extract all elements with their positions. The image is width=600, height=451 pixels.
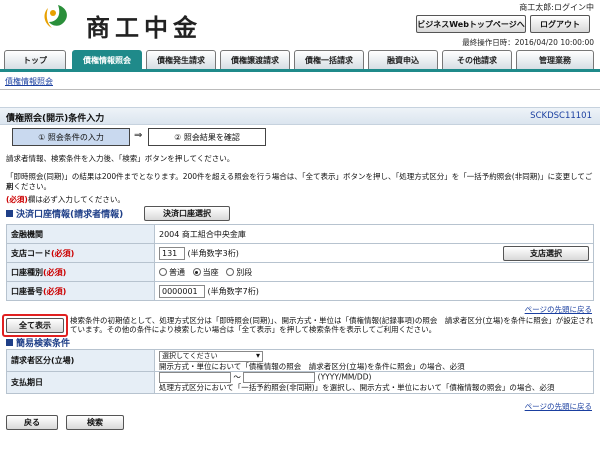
- required-mark: (必須): [6, 195, 28, 204]
- step-arrow-icon: ⇒: [134, 130, 143, 141]
- settlement-account-table: 金融機関 2004 商工組合中央金庫 支店コード(必須) 131 (半角数字3桁…: [6, 224, 594, 301]
- section-square-icon: [6, 339, 13, 346]
- radio-checking[interactable]: [192, 268, 201, 276]
- requester-type-note: 開示方式・単位において「債権情報の照会 請求者区分(立場)を条件に照会」の場合、…: [159, 361, 465, 371]
- account-type-label: 口座種別(必須): [6, 262, 155, 282]
- tab-other-requests[interactable]: その他請求: [442, 50, 512, 70]
- branch-code-cell: 131 (半角数字3桁) 支店選択: [154, 243, 594, 263]
- due-date-from-input[interactable]: [159, 372, 231, 383]
- tab-claim-inquiry[interactable]: 債権情報照会: [72, 50, 142, 70]
- simple-search-title: 簡易検索条件: [16, 339, 71, 349]
- bank-logo-text: 商工中金: [86, 13, 202, 42]
- page-top-link[interactable]: ページの先頭に戻る: [525, 304, 592, 315]
- account-number-label: 口座番号(必須): [6, 281, 155, 301]
- business-web-top-button[interactable]: ビジネスWebトップページへ: [416, 15, 526, 33]
- due-date-note: 処理方式区分において「一括予約照会(非同期)」を選択し、開示方式・単位において「…: [159, 383, 555, 392]
- divider: [0, 89, 600, 90]
- login-user: 商工太郎:ログイン中: [519, 3, 594, 12]
- page-title: 債権照会(開示)条件入力: [6, 114, 105, 124]
- account-number-hint: (半角数字7桁): [207, 286, 259, 296]
- show-all-button[interactable]: 全て表示: [6, 318, 64, 333]
- table-row: 金融機関 2004 商工組合中央金庫: [6, 224, 594, 244]
- required-note: (必須)欄は必ず入力してください。: [6, 194, 125, 205]
- step-enter-conditions: ① 照会条件の入力: [12, 128, 130, 146]
- requester-type-label: 請求者区分(立場): [6, 349, 155, 372]
- tab-claim-issue[interactable]: 債権発生請求: [146, 50, 216, 70]
- table-row: 口座番号(必須) 0000001 (半角数字7桁): [6, 281, 594, 301]
- screen-id: SCKDSC11101: [530, 111, 592, 121]
- requester-type-cell: 選択してください 開示方式・単位において「債権情報の照会 請求者区分(立場)を条…: [154, 349, 594, 372]
- account-number-label-text: 口座番号: [11, 286, 43, 296]
- bank-value: 2004 商工組合中央金庫: [154, 224, 594, 244]
- sync-limit-note-cont: 用ください。: [6, 182, 51, 191]
- select-settlement-account-button[interactable]: 決済口座選択: [144, 206, 230, 221]
- account-number-input[interactable]: 0000001: [159, 284, 205, 298]
- settlement-section-title: 決済口座情報(請求者情報): [16, 210, 124, 220]
- radio-checking-label: 当座: [202, 267, 219, 277]
- back-button[interactable]: 戻る: [6, 415, 58, 430]
- due-date-format: (YYYY/MM/DD): [317, 372, 372, 382]
- logout-button[interactable]: ログアウト: [530, 15, 590, 33]
- required-mark: (必須): [43, 286, 67, 296]
- due-date-to-input[interactable]: [243, 372, 316, 383]
- due-date-cell: 〜 (YYYY/MM/DD) 処理方式区分において「一括予約照会(非同期)」を選…: [154, 371, 594, 394]
- table-row: 支払期日 〜 (YYYY/MM/DD) 処理方式区分において「一括予約照会(非同…: [6, 371, 594, 394]
- step-confirm-results: ② 照会結果を確認: [148, 128, 266, 146]
- select-branch-button[interactable]: 支店選択: [503, 246, 589, 261]
- show-all-description: 検索条件の初期値として、処理方式区分は「即時照会(同期)」、開示方式・単位は「債…: [70, 316, 594, 334]
- tab-loan-application[interactable]: 融資申込: [368, 50, 438, 70]
- search-button[interactable]: 検索: [66, 415, 124, 430]
- table-row: 口座種別(必須) 普通 当座 別段: [6, 262, 594, 282]
- due-date-label: 支払期日: [6, 371, 155, 394]
- requester-type-select[interactable]: 選択してください: [159, 350, 263, 362]
- radio-ordinary-label: 普通: [169, 267, 185, 277]
- required-mark: (必須): [51, 248, 75, 258]
- tab-underline: [0, 69, 600, 72]
- branch-code-label-text: 支店コード: [11, 248, 51, 258]
- required-note-text: 欄は必ず入力してください。: [27, 195, 125, 204]
- simple-search-table: 請求者区分(立場) 選択してください 開示方式・単位において「債権情報の照会 請…: [6, 349, 594, 394]
- settlement-section-header: 決済口座情報(請求者情報): [6, 207, 123, 220]
- radio-separate-label: 別段: [236, 267, 253, 277]
- tab-claim-transfer[interactable]: 債権譲渡請求: [220, 50, 290, 70]
- table-row: 支店コード(必須) 131 (半角数字3桁) 支店選択: [6, 243, 594, 263]
- last-operation-time: 最終操作日時：2016/04/20 10:00:00: [462, 38, 594, 47]
- account-type-cell: 普通 当座 別段: [154, 262, 594, 282]
- simple-search-header: 簡易検索条件: [6, 336, 70, 349]
- account-type-label-text: 口座種別: [11, 267, 43, 277]
- main-tab-bar: トップ 債権情報照会 債権発生請求 債権譲渡請求 債権一括請求 融資申込 その他…: [0, 50, 600, 70]
- page-top-link[interactable]: ページの先頭に戻る: [525, 401, 592, 412]
- sync-limit-note: 「即時照会(同期)」の結果は200件までとなります。200件を超える照会を行う場…: [6, 172, 593, 191]
- shokochukin-logo-icon: [44, 5, 67, 28]
- tab-management[interactable]: 管理業務: [516, 50, 594, 70]
- radio-ordinary[interactable]: [159, 268, 167, 276]
- section-square-icon: [6, 210, 13, 217]
- tab-bulk-request[interactable]: 債権一括請求: [294, 50, 364, 70]
- instruction-text: 請求者情報、検索条件を入力後、「検索」ボタンを押してください。: [6, 154, 235, 163]
- table-row: 請求者区分(立場) 選択してください 開示方式・単位において「債権情報の照会 請…: [6, 349, 594, 372]
- tab-top[interactable]: トップ: [4, 50, 66, 70]
- required-mark: (必須): [43, 267, 67, 277]
- due-date-separator: 〜: [233, 372, 241, 382]
- subnav-claim-inquiry-link[interactable]: 債権情報照会: [5, 76, 53, 87]
- branch-code-input[interactable]: 131: [159, 246, 185, 260]
- branch-code-hint: (半角数字3桁): [187, 248, 239, 258]
- account-number-cell: 0000001 (半角数字7桁): [154, 281, 594, 301]
- radio-separate[interactable]: [226, 268, 235, 276]
- branch-code-label: 支店コード(必須): [6, 243, 155, 263]
- bank-label: 金融機関: [6, 224, 155, 244]
